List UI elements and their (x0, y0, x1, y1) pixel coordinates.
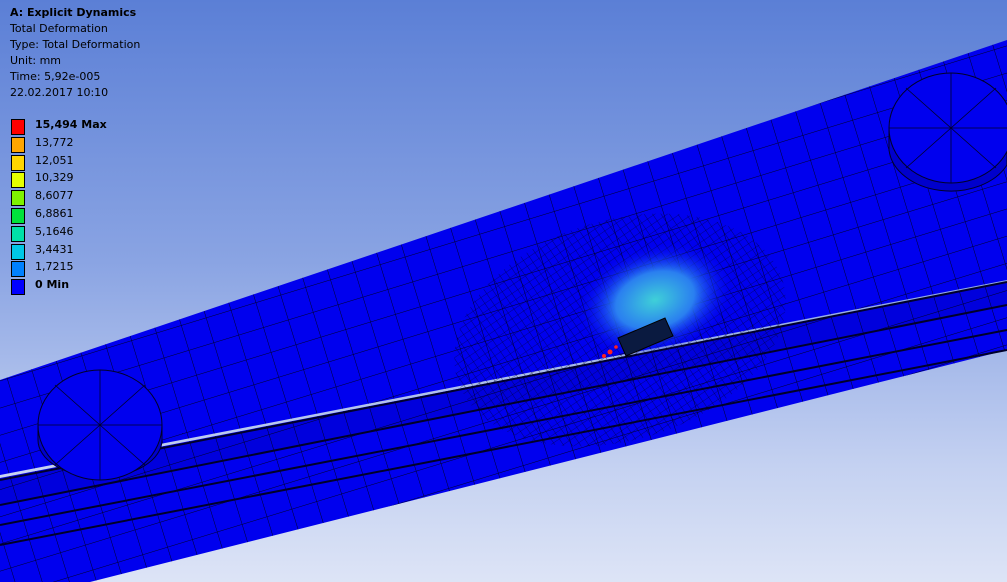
legend-swatch (11, 190, 25, 207)
legend-label: 15,494 Max (35, 118, 107, 131)
legend-swatch (11, 243, 25, 260)
legend-swatch (11, 279, 25, 296)
graphics-viewport[interactable]: A: Explicit Dynamics Total Deformation T… (0, 0, 1007, 582)
legend-swatch (11, 225, 25, 242)
legend-label: 5,1646 (35, 224, 74, 238)
result-date: 22.02.2017 10:10 (10, 86, 109, 99)
legend-label: 10,329 (35, 171, 74, 185)
fea-mesh-model[interactable] (0, 0, 1007, 582)
legend-label: 12,051 (35, 153, 74, 167)
analysis-title: A: Explicit Dynamics (10, 6, 137, 19)
legend-swatch (11, 136, 25, 153)
result-info-header: A: Explicit Dynamics Total Deformation T… (10, 5, 140, 101)
legend-label: 8,6077 (35, 189, 74, 203)
legend-swatch (11, 172, 25, 189)
legend-label: 13,772 (35, 135, 74, 149)
legend-swatch (11, 154, 25, 171)
result-type: Type: Total Deformation (10, 38, 141, 51)
legend-swatch (11, 119, 25, 135)
result-time: Time: 5,92e-005 (10, 70, 101, 83)
legend-swatch (11, 207, 25, 224)
left-cylinder (37, 369, 163, 481)
result-name: Total Deformation (10, 22, 108, 35)
legend-swatch (11, 261, 25, 278)
legend-label: 6,8861 (35, 206, 74, 220)
legend-label: 3,4431 (35, 242, 74, 256)
right-cylinder (888, 72, 1007, 192)
result-unit: Unit: mm (10, 54, 62, 67)
legend-label: 1,7215 (35, 260, 74, 274)
legend-label: 0 Min (35, 278, 70, 292)
